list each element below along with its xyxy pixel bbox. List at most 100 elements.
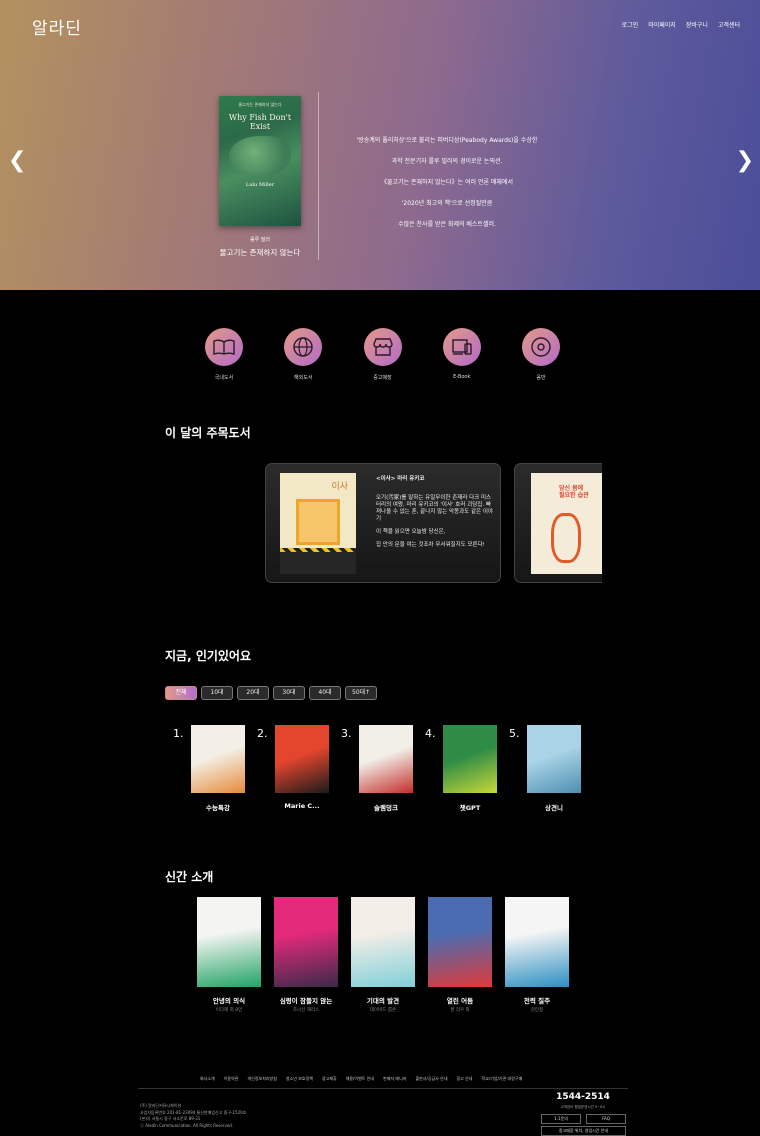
globe-icon — [284, 328, 323, 366]
fish-illustration — [229, 136, 291, 176]
tab-50s-plus[interactable]: 50대↑ — [345, 686, 378, 700]
section-title-book-of-month: 이 달의 주목도서 — [165, 426, 251, 440]
footer-link[interactable]: 학교/기업/기관 대량구매 — [482, 1076, 523, 1082]
new-release-author: 이다혜 외 8인 — [215, 1008, 243, 1013]
customer-phone: 1544-2514 — [556, 1092, 610, 1102]
new-release-cover[interactable] — [351, 897, 415, 987]
popular-book-cover[interactable] — [443, 725, 497, 793]
popular-book-cover[interactable] — [527, 725, 581, 793]
popular-book-title[interactable]: 수능특강 — [183, 802, 253, 812]
category-music[interactable]: 음반 — [517, 328, 565, 381]
new-release-author: 조너선 해리스 — [292, 1008, 320, 1013]
footer-divider — [138, 1088, 628, 1089]
hero-desc-line: '방송계의 퓰리처상'으로 불리는 피버디상(Peabody Awards)을 … — [356, 137, 538, 144]
new-release-title[interactable]: 심령이 잠들지 않는 — [271, 995, 341, 1005]
category-used-store[interactable]: 중고매장 — [359, 328, 407, 381]
customer-hours: 고객센터 평일운영시간 9~6시 — [560, 1105, 606, 1109]
new-release-cover[interactable] — [197, 897, 261, 987]
hero-desc-line: 수많은 찬사를 받은 화제의 베스트셀러. — [398, 221, 496, 228]
category-label: 해외도서 — [294, 375, 313, 381]
tab-40s[interactable]: 40대 — [309, 686, 341, 700]
featured-cover-title: 이사 — [331, 482, 348, 492]
new-release-title[interactable]: 전력 질주 — [502, 995, 572, 1005]
hero-desc-line: 《물고기는 존재하지 않는다》는 여러 언론 매체에서 — [381, 179, 513, 186]
category-foreign-books[interactable]: 해외도서 — [279, 328, 327, 381]
footer-link[interactable]: 광고 안내 — [457, 1076, 473, 1082]
prev-slide-arrow-icon[interactable]: ❮ — [8, 150, 26, 172]
footer-link[interactable]: 출판사/공급사 안내 — [415, 1076, 447, 1082]
next-slide-arrow-icon[interactable]: ❯ — [736, 150, 754, 172]
footer-links: 회사소개 이용약관 개인정보처리방침 청소년 보호정책 광고제휴 채용/이벤트 … — [200, 1076, 522, 1082]
rank-number: 4. — [425, 727, 436, 740]
hero-cover-title: Why Fish Don't Exist — [228, 113, 292, 131]
tab-10s[interactable]: 10대 — [201, 686, 233, 700]
inquiry-button[interactable]: 1:1문의 — [541, 1114, 581, 1124]
featured-book-paragraph: 집 안의 문을 여는 것조차 무서워질지도 모른다! — [376, 542, 485, 548]
category-label: 중고매장 — [373, 375, 392, 381]
new-release-item: 열린 어둠 켄 리우 외 — [425, 897, 495, 1013]
category-ebook[interactable]: E-Book — [438, 328, 486, 381]
top-nav: 로그인 마이페이지 장바구니 고객센터 — [622, 20, 740, 29]
nav-mypage[interactable]: 마이페이지 — [648, 20, 676, 29]
featured-book-card-next[interactable]: 당신 몸에 필요한 습관 — [514, 463, 602, 583]
hero-description: '방송계의 퓰리처상'으로 불리는 피버디상(Peabody Awards)을 … — [322, 130, 572, 235]
age-filter-tabs: 전체 10대 20대 30대 40대 50대↑ — [165, 686, 378, 700]
rank-number: 5. — [509, 727, 520, 740]
popular-book-title[interactable]: 슬램덩크 — [351, 802, 421, 812]
tab-30s[interactable]: 30대 — [273, 686, 305, 700]
popular-book-title[interactable]: 챗GPT — [435, 802, 505, 812]
footer-link[interactable]: 채용/이벤트 안내 — [346, 1076, 374, 1082]
cover-box-illustration — [296, 499, 340, 545]
category-domestic-books[interactable]: 국내도서 — [200, 328, 248, 381]
faq-button[interactable]: FAQ — [586, 1114, 626, 1124]
popular-book-title[interactable]: 상견니 — [519, 802, 589, 812]
store-icon — [363, 328, 402, 366]
copyright: ⓒ Aladin Communication. All Rights Reser… — [140, 1122, 234, 1128]
rank-number: 1. — [173, 727, 184, 740]
disc-icon — [522, 328, 560, 366]
footer-link[interactable]: 판매자 매니저 — [383, 1076, 406, 1082]
tab-20s[interactable]: 20대 — [237, 686, 269, 700]
new-release-title[interactable]: 안녕의 의식 — [194, 995, 264, 1005]
hero-cover-top-text: 물고기는 존재하지 않는다 — [238, 102, 282, 107]
hero-desc-line: 과학 전문기자 룰루 밀러의 경이로운 논픽션. — [391, 158, 503, 165]
new-release-cover[interactable] — [428, 897, 492, 987]
nav-login[interactable]: 로그인 — [622, 20, 639, 29]
popular-book-title[interactable]: Marie C... — [267, 802, 337, 810]
footer-link[interactable]: 개인정보처리방침 — [247, 1076, 276, 1082]
new-release-title[interactable]: 열린 어둠 — [425, 995, 495, 1005]
cover-figure-illustration — [551, 513, 581, 563]
hero-desc-line: '2020년 최고의 책'으로 선정될만큼 — [401, 200, 493, 207]
featured-book-card[interactable]: 이사 <이사> 마리 유키코 오기(汚家)를 말하는 유일무이한 존재라 다크 … — [265, 463, 501, 583]
footer-link[interactable]: 광고제휴 — [322, 1076, 337, 1082]
site-logo[interactable]: 알라딘 — [32, 14, 82, 39]
nav-customer-center[interactable]: 고객센터 — [718, 20, 740, 29]
hero-title[interactable]: 물고기는 존재하지 않는다 — [200, 247, 320, 258]
hero-cover-author: Lulu Miller — [245, 182, 275, 188]
category-label: 국내도서 — [214, 375, 234, 381]
new-release-cover[interactable] — [505, 897, 569, 987]
new-release-author: 데이비드 롭슨 — [369, 1008, 397, 1013]
featured-book-paragraph: 오기(汚家)를 말하는 유일무이한 존재라 다크 미스터리의 여왕, 마리 유키… — [376, 495, 493, 522]
category-label: 음반 — [536, 375, 546, 381]
hero-author: 룰루 밀러 — [250, 237, 270, 243]
featured-book-title: <이사> 마리 유키코 — [376, 476, 425, 482]
category-menu: 국내도서 해외도서 중고매장 E-Book 음반 — [200, 328, 565, 381]
new-release-author: 켄 리우 외 — [450, 1008, 470, 1013]
new-release-cover[interactable] — [274, 897, 338, 987]
section-title-new-releases: 신간 소개 — [165, 870, 214, 884]
popular-book-cover[interactable] — [275, 725, 329, 793]
hero-book-cover[interactable]: 물고기는 존재하지 않는다 Why Fish Don't Exist Lulu … — [219, 96, 301, 226]
new-release-title[interactable]: 기대의 발견 — [348, 995, 418, 1005]
footer-link[interactable]: 청소년 보호정책 — [286, 1076, 313, 1082]
popular-book-cover[interactable] — [359, 725, 413, 793]
popular-book-cover[interactable] — [191, 725, 245, 793]
footer-link[interactable]: 회사소개 — [200, 1076, 215, 1082]
store-location-button[interactable]: 중고매장 위치, 영업시간 안내 — [541, 1126, 626, 1136]
device-icon — [442, 328, 481, 366]
nav-cart[interactable]: 장바구니 — [686, 20, 708, 29]
footer-link[interactable]: 이용약관 — [224, 1076, 239, 1082]
tab-all[interactable]: 전체 — [165, 686, 197, 700]
company-info: (주) 알라딘커뮤니케이션 사업자등록번호 201-81-23094 통신판매업… — [140, 1103, 246, 1129]
featured-book-cover: 이사 — [280, 473, 356, 574]
